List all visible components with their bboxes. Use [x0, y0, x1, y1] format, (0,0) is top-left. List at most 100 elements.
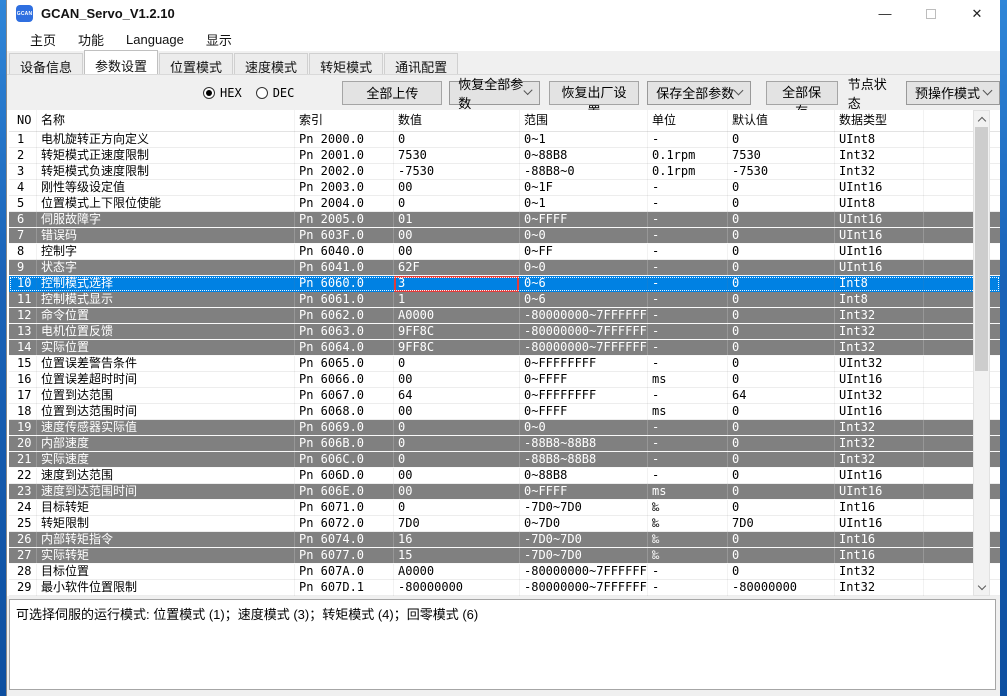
cell-value[interactable]: 0	[394, 356, 520, 372]
hex-radio[interactable]: HEX	[203, 86, 242, 100]
table-row[interactable]: 2 转矩模式正速度限制 Pn 2001.0 7530 0~88B8 0.1rpm 7530 I…	[9, 148, 1000, 164]
table-row[interactable]: 11 控制模式显示 Pn 6061.0 1 0~6-0 Int8	[9, 292, 1000, 308]
menu-item-display[interactable]: 显示	[195, 28, 243, 51]
tab-position-mode[interactable]: 位置模式	[159, 53, 234, 75]
cell-value[interactable]: 0	[394, 196, 520, 212]
restore-all-params-dropdown[interactable]: 恢复全部参数	[449, 77, 540, 111]
cell-range: -80000000~7FFFFFFF	[520, 564, 648, 580]
header-value: 数值	[394, 110, 520, 132]
tab-device-info[interactable]: 设备信息	[9, 53, 84, 75]
table-row[interactable]: 24 目标转矩 Pn 6071.0 0 -7D0~7D0 ‰ 0 Int16	[9, 500, 1000, 516]
maximize-button[interactable]	[908, 0, 954, 27]
cell-value[interactable]: 0	[394, 452, 520, 468]
cell-value[interactable]: A0000	[394, 308, 520, 324]
cell-value[interactable]: -80000000	[394, 580, 520, 596]
tab-torque-mode[interactable]: 转矩模式	[309, 53, 384, 75]
table-row[interactable]: 26 内部转矩指令 Pn 6074.0 16 -7D0~7D0 ‰ 0 Int16	[9, 532, 1000, 548]
cell-value[interactable]: 00	[394, 484, 520, 500]
cell-value[interactable]: A0000	[394, 564, 520, 580]
cell-value[interactable]: 0	[394, 436, 520, 452]
desktop-background: GCAN GCAN_Servo_V1.2.10 — ✕ 主页 功能 Langua…	[0, 0, 1007, 696]
cell-no: 6	[9, 212, 37, 228]
cell-value[interactable]: 01	[394, 212, 520, 228]
table-row[interactable]: 16 位置误差超时时间 Pn 6066.0 00 0~FFFF ms 0 UInt16	[9, 372, 1000, 388]
cell-index: Pn 2001.0	[295, 148, 394, 164]
cell-value[interactable]: 9FF8C	[394, 340, 520, 356]
table-row[interactable]: 6 伺服故障字 Pn 2005.0 01 0~FFFF -0 UInt16	[9, 212, 1000, 228]
cell-value[interactable]: 64	[394, 388, 520, 404]
table-row[interactable]: 23 速度到达范围时间 Pn 606E.0 00 0~FFFF ms 0 UInt16	[9, 484, 1000, 500]
cell-type: UInt32	[835, 356, 924, 372]
menu-item-home[interactable]: 主页	[19, 28, 67, 51]
cell-range: 0~FFFFFFFF	[520, 356, 648, 372]
cell-unit: -	[648, 580, 728, 596]
table-row[interactable]: 10 控制模式选择 Pn 6060.0 3 0~6-0 Int8	[9, 276, 1000, 292]
table-row[interactable]: 22 速度到达范围 Pn 606D.0 00 0~88B8-0 UInt16	[9, 468, 1000, 484]
table-row[interactable]: 21 实际速度 Pn 606C.0 0 -88B8~88B8-0 Int32	[9, 452, 1000, 468]
cell-value[interactable]: 7530	[394, 148, 520, 164]
cell-value[interactable]: 00	[394, 372, 520, 388]
cell-type: Int32	[835, 308, 924, 324]
table-row[interactable]: 28 目标位置 Pn 607A.0 A0000 -80000000~7FFFFFFF -0…	[9, 564, 1000, 580]
scroll-down-button[interactable]	[974, 579, 989, 595]
table-row[interactable]: 18 位置到达范围时间 Pn 6068.0 00 0~FFFF ms 0 UInt16	[9, 404, 1000, 420]
cell-value[interactable]: 0	[394, 132, 520, 148]
table-row[interactable]: 1 电机旋转正方向定义 Pn 2000.0 0 0~1-0 UInt8	[9, 132, 1000, 148]
menu-item-language[interactable]: Language	[115, 30, 195, 49]
tab-speed-mode[interactable]: 速度模式	[234, 53, 309, 75]
dec-radio[interactable]: DEC	[255, 86, 294, 100]
cell-value[interactable]: 00	[394, 180, 520, 196]
cell-value[interactable]: 9FF8C	[394, 324, 520, 340]
scroll-track[interactable]	[974, 127, 989, 579]
cell-no: 23	[9, 484, 37, 500]
cell-value[interactable]: -7530	[394, 164, 520, 180]
table-row[interactable]: 17 位置到达范围 Pn 6067.0 64 0~FFFFFFFF -64 UInt32	[9, 388, 1000, 404]
cell-value[interactable]: 0	[394, 500, 520, 516]
close-button[interactable]: ✕	[954, 0, 1000, 27]
scroll-up-button[interactable]	[974, 111, 989, 127]
save-all-params-dropdown[interactable]: 保存全部参数	[647, 80, 751, 105]
node-status-dropdown[interactable]: 预操作模式	[905, 80, 1000, 105]
table-row[interactable]: 25 转矩限制 Pn 6072.0 7D0 0~7D0 ‰ 7D0 UInt16	[9, 516, 1000, 532]
cell-value[interactable]: 00	[394, 468, 520, 484]
table-row[interactable]: 19 速度传感器实际值 Pn 6069.0 0 0~0-0 Int32	[9, 420, 1000, 436]
menu-item-function[interactable]: 功能	[67, 28, 115, 51]
cell-value[interactable]: 00	[394, 244, 520, 260]
factory-reset-button[interactable]: 恢复出厂设置	[548, 80, 640, 119]
cell-value[interactable]: 00	[394, 228, 520, 244]
table-row[interactable]: 20 内部速度 Pn 606B.0 0 -88B8~88B8-0 Int32	[9, 436, 1000, 452]
table-row[interactable]: 27 实际转矩 Pn 6077.0 15 -7D0~7D0 ‰ 0 Int16	[9, 548, 1000, 564]
table-row[interactable]: 29 最小软件位置限制 Pn 607D.1 -80000000 -80000000~7F…	[9, 580, 1000, 596]
scroll-thumb[interactable]	[975, 127, 988, 371]
cell-index: Pn 6061.0	[295, 292, 394, 308]
cell-type: Int16	[835, 532, 924, 548]
tab-parameter-settings[interactable]: 参数设置	[84, 50, 159, 74]
minimize-button[interactable]: —	[862, 0, 908, 27]
cell-value[interactable]: 15	[394, 548, 520, 564]
cell-range: -80000000~7FFFFFFF	[520, 308, 648, 324]
table-row[interactable]: 4 刚性等级设定值 Pn 2003.0 00 0~1F -0 UInt16	[9, 180, 1000, 196]
tab-communication-config[interactable]: 通讯配置	[384, 53, 459, 75]
save-all-button[interactable]: 全部保存	[765, 80, 838, 119]
table-row[interactable]: 7 错误码 Pn 603F.0 00 0~0-0 UInt16	[9, 228, 1000, 244]
table-row[interactable]: 14 实际位置 Pn 6064.0 9FF8C -80000000~7FFFFFFF -0…	[9, 340, 1000, 356]
cell-value[interactable]: 62F	[394, 260, 520, 276]
cell-value[interactable]: 00	[394, 404, 520, 420]
cell-unit: -	[648, 388, 728, 404]
table-row[interactable]: 15 位置误差警告条件 Pn 6065.0 0 0~FFFFFFFF -0 UInt32	[9, 356, 1000, 372]
cell-value[interactable]: 7D0	[394, 516, 520, 532]
table-row[interactable]: 8 控制字 Pn 6040.0 00 0~FF -0 UInt16	[9, 244, 1000, 260]
table-row[interactable]: 5 位置模式上下限位使能 Pn 2004.0 0 0~1-0 UInt8	[9, 196, 1000, 212]
cell-index: Pn 6064.0	[295, 340, 394, 356]
cell-value[interactable]: 0	[394, 420, 520, 436]
cell-value[interactable]: 3	[394, 276, 520, 292]
table-row[interactable]: 9 状态字 Pn 6041.0 62F 0~0-0 UInt16	[9, 260, 1000, 276]
table-row[interactable]: 3 转矩模式负速度限制 Pn 2002.0 -7530 -88B8~0 0.1rpm -75…	[9, 164, 1000, 180]
cell-value[interactable]: 16	[394, 532, 520, 548]
upload-all-button[interactable]: 全部上传	[342, 80, 443, 105]
vertical-scrollbar[interactable]	[973, 110, 990, 596]
cell-type: Int32	[835, 148, 924, 164]
cell-value[interactable]: 1	[394, 292, 520, 308]
table-row[interactable]: 12 命令位置 Pn 6062.0 A0000 -80000000~7FFFFFFF -0…	[9, 308, 1000, 324]
table-row[interactable]: 13 电机位置反馈 Pn 6063.0 9FF8C -80000000~7FFFFFFF…	[9, 324, 1000, 340]
